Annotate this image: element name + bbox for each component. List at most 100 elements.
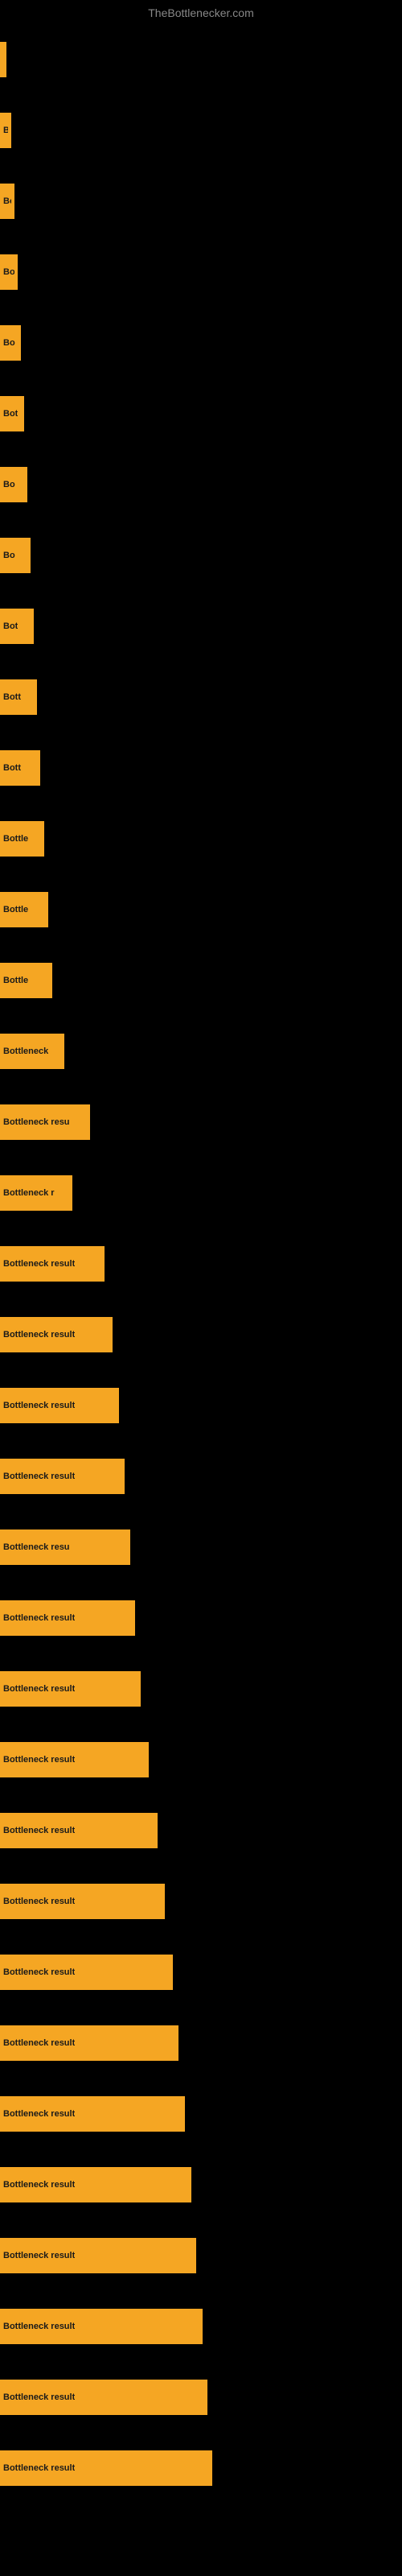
bar-27: Bottleneck result (0, 1955, 173, 1990)
bar-row: Bottleneck result (0, 2362, 402, 2433)
bar-row: Bottleneck result (0, 1795, 402, 1866)
bar-label-24: Bottleneck result (3, 1755, 75, 1765)
bar-row: Bottleneck result (0, 1228, 402, 1299)
bar-row: Bot (0, 378, 402, 449)
bar-label-27: Bottleneck result (3, 1967, 75, 1977)
bar-label-20: Bottleneck result (3, 1472, 75, 1481)
bar-30: Bottleneck result (0, 2167, 191, 2202)
bar-row: Bo (0, 166, 402, 237)
bar-label-18: Bottleneck result (3, 1330, 75, 1340)
bar-row: Bottleneck r (0, 1158, 402, 1228)
bar-9: Bott (0, 679, 37, 715)
bar-row: Bo (0, 520, 402, 591)
bar-label-19: Bottleneck result (3, 1401, 75, 1410)
bar-row: Bott (0, 733, 402, 803)
bar-label-25: Bottleneck result (3, 1826, 75, 1835)
bar-24: Bottleneck result (0, 1742, 149, 1777)
bar-label-32: Bottleneck result (3, 2322, 75, 2331)
bar-19: Bottleneck result (0, 1388, 119, 1423)
bar-row: Bottle (0, 803, 402, 874)
bar-label-29: Bottleneck result (3, 2109, 75, 2119)
bar-29: Bottleneck result (0, 2096, 185, 2132)
bar-row: Bottleneck result (0, 1583, 402, 1653)
bar-row: Bottleneck result (0, 1441, 402, 1512)
bar-label-9: Bott (3, 692, 21, 702)
bar-8: Bot (0, 609, 34, 644)
bar-12: Bottle (0, 892, 48, 927)
bar-label-16: Bottleneck r (3, 1188, 55, 1198)
bar-label-22: Bottleneck result (3, 1613, 75, 1623)
bar-row: Bottleneck result (0, 2079, 402, 2149)
bar-11: Bottle (0, 821, 44, 857)
bar-7: Bo (0, 538, 31, 573)
bar-1: B (0, 113, 11, 148)
bar-row: Bott (0, 662, 402, 733)
bar-label-13: Bottle (3, 976, 28, 985)
bar-14: Bottleneck (0, 1034, 64, 1069)
bar-label-11: Bottle (3, 834, 28, 844)
bar-row: Bottleneck result (0, 2149, 402, 2220)
bar-row: Bottleneck result (0, 2433, 402, 2504)
bar-4: Bo (0, 325, 21, 361)
bar-20: Bottleneck result (0, 1459, 125, 1494)
bar-label-4: Bo (3, 338, 15, 348)
bar-row: Bottle (0, 945, 402, 1016)
bar-label-17: Bottleneck result (3, 1259, 75, 1269)
bar-label-3: Bo (3, 267, 14, 277)
bar-label-8: Bot (3, 621, 18, 631)
bar-17: Bottleneck result (0, 1246, 105, 1282)
bar-22: Bottleneck result (0, 1600, 135, 1636)
bar-label-7: Bo (3, 551, 15, 560)
bar-21: Bottleneck resu (0, 1530, 130, 1565)
bar-label-6: Bo (3, 480, 15, 489)
bar-label-15: Bottleneck resu (3, 1117, 70, 1127)
bar-34: Bottleneck result (0, 2450, 212, 2486)
bars-container: B B Bo Bo Bo Bot Bo Bo Bot Bott Bott Bottle Bottle Bo… (0, 24, 402, 2504)
bar-3: Bo (0, 254, 18, 290)
bar-25: Bottleneck result (0, 1813, 158, 1848)
bar-33: Bottleneck result (0, 2380, 207, 2415)
bar-row: Bottleneck resu (0, 1512, 402, 1583)
bar-28: Bottleneck result (0, 2025, 178, 2061)
bar-row: B (0, 24, 402, 95)
bar-26: Bottleneck result (0, 1884, 165, 1919)
bar-label-28: Bottleneck result (3, 2038, 75, 2048)
bar-label-33: Bottleneck result (3, 2392, 75, 2402)
bar-label-26: Bottleneck result (3, 1897, 75, 1906)
bar-row: Bottleneck result (0, 2008, 402, 2079)
bar-16: Bottleneck r (0, 1175, 72, 1211)
bar-label-23: Bottleneck result (3, 1684, 75, 1694)
bar-23: Bottleneck result (0, 1671, 141, 1707)
bar-label-31: Bottleneck result (3, 2251, 75, 2260)
bar-13: Bottle (0, 963, 52, 998)
bar-31: Bottleneck result (0, 2238, 196, 2273)
bar-15: Bottleneck resu (0, 1104, 90, 1140)
bar-32: Bottleneck result (0, 2309, 203, 2344)
bar-6: Bo (0, 467, 27, 502)
bar-row: Bottle (0, 874, 402, 945)
bar-row: B (0, 95, 402, 166)
bar-row: Bottleneck resu (0, 1087, 402, 1158)
site-title: TheBottlenecker.com (0, 0, 402, 23)
bar-0: B (0, 42, 6, 77)
bar-row: Bottleneck result (0, 1299, 402, 1370)
bar-row: Bot (0, 591, 402, 662)
bar-5: Bot (0, 396, 24, 431)
bar-label-14: Bottleneck (3, 1046, 48, 1056)
bar-row: Bo (0, 449, 402, 520)
bar-label-12: Bottle (3, 905, 28, 914)
bar-label-10: Bott (3, 763, 21, 773)
bar-label-34: Bottleneck result (3, 2463, 75, 2473)
bar-row: Bottleneck (0, 1016, 402, 1087)
bar-row: Bottleneck result (0, 1937, 402, 2008)
bar-label-1: B (3, 126, 8, 135)
bar-row: Bottleneck result (0, 2220, 402, 2291)
bar-row: Bo (0, 237, 402, 308)
bar-label-2: Bo (3, 196, 11, 206)
bar-label-30: Bottleneck result (3, 2180, 75, 2190)
bar-label-5: Bot (3, 409, 18, 419)
bar-18: Bottleneck result (0, 1317, 113, 1352)
bar-row: Bottleneck result (0, 1653, 402, 1724)
bar-row: Bottleneck result (0, 1724, 402, 1795)
bar-label-21: Bottleneck resu (3, 1542, 70, 1552)
